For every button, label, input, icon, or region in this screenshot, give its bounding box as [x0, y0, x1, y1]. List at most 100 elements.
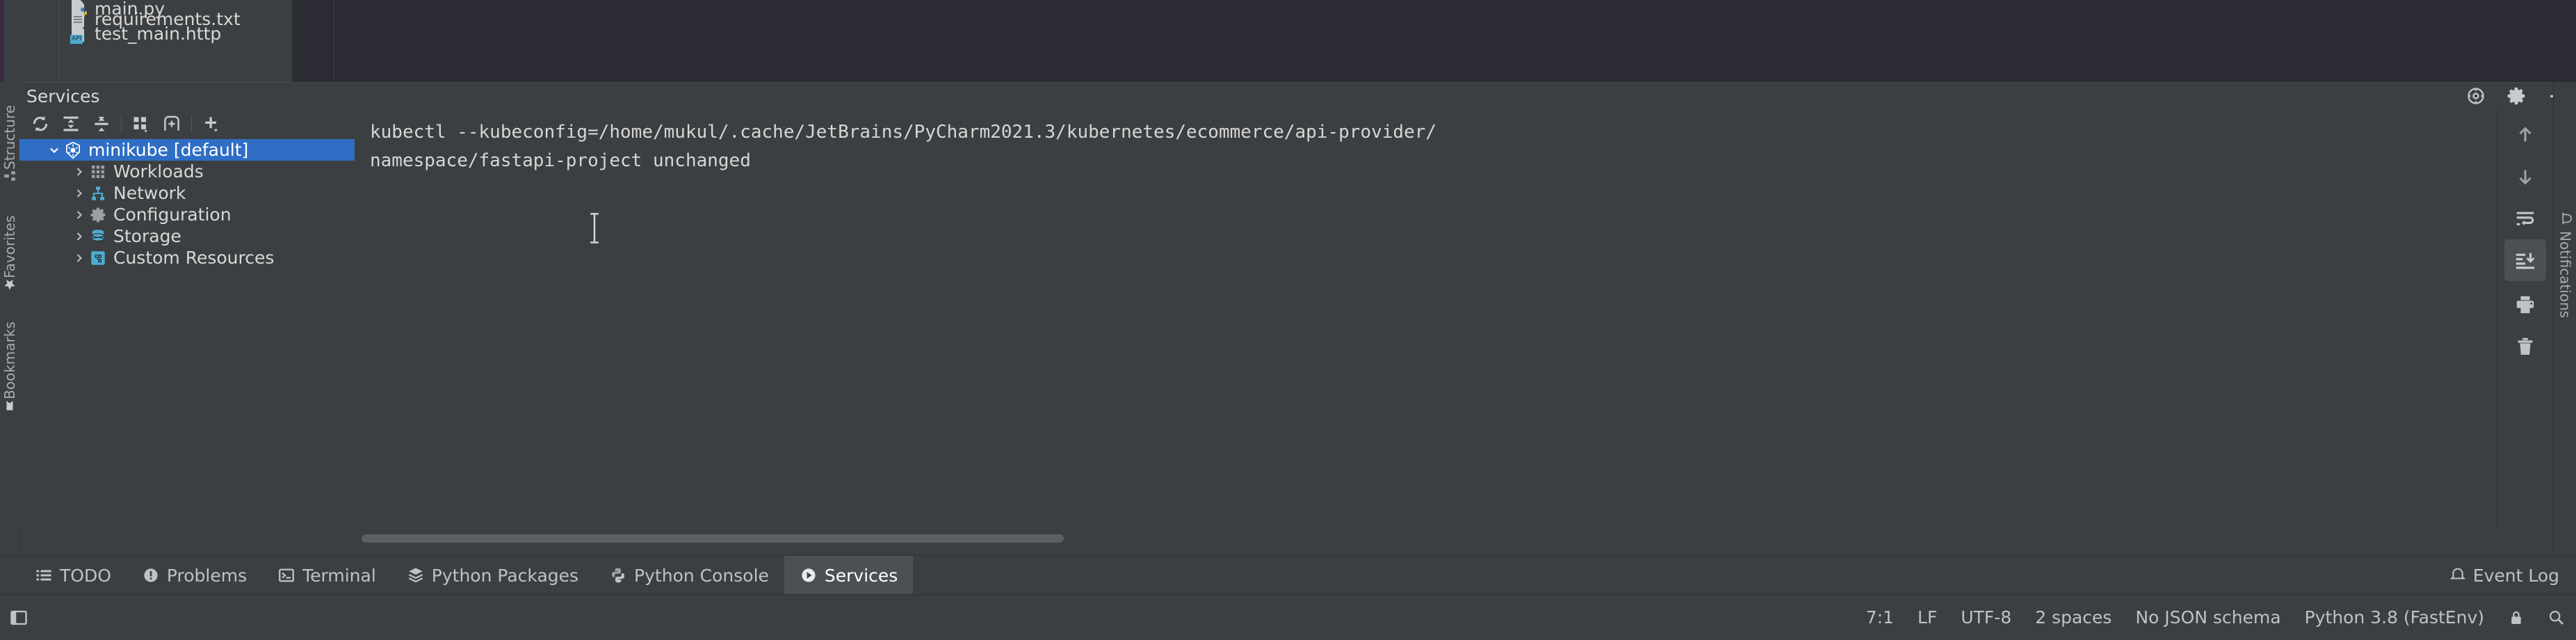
tab-label: Python Console — [634, 565, 769, 586]
kubernetes-icon — [64, 141, 82, 159]
bookmark-icon — [3, 399, 16, 412]
tree-node-custom-resources[interactable]: Custom Resources — [19, 247, 355, 269]
hide-tool-windows-icon[interactable] — [10, 609, 28, 627]
chevron-right-icon[interactable] — [70, 225, 89, 247]
services-tool-window: Structure Favorites Bookmarks Services m… — [0, 82, 2576, 555]
status-encoding[interactable]: UTF-8 — [1961, 607, 2011, 627]
project-file-test-main-http[interactable]: API test_main.http — [70, 19, 221, 47]
hide-options-icon[interactable] — [2466, 86, 2486, 106]
console-line-2: namespace/fastapi-project unchanged — [370, 150, 751, 171]
project-tree-pane[interactable]: main.py requirements.txt API test_main.h… — [19, 0, 309, 82]
right-tool-stripe: Notifications — [2553, 82, 2576, 555]
tab-label: TODO — [60, 565, 111, 586]
status-json-schema[interactable]: No JSON schema — [2135, 607, 2281, 627]
expand-all-icon — [61, 114, 81, 134]
tree-node-configuration[interactable]: Configuration — [19, 204, 355, 225]
print-button[interactable] — [2504, 284, 2546, 326]
trash-icon — [2515, 336, 2536, 357]
tab-python-console[interactable]: Python Console — [594, 556, 784, 595]
group-by-button[interactable] — [126, 111, 156, 137]
tree-node-label: Custom Resources — [113, 248, 275, 268]
tab-label: Services — [824, 565, 898, 586]
previous-occurrence-button[interactable] — [2504, 114, 2546, 156]
scroll-to-end-button[interactable] — [2504, 239, 2546, 281]
services-tree[interactable]: minikube [default] Workloads Network Con… — [19, 139, 355, 529]
event-log-button[interactable]: Event Log — [2449, 556, 2559, 595]
lock-icon[interactable] — [2508, 609, 2525, 626]
sidebar-item-favorites[interactable]: Favorites — [0, 192, 19, 296]
tree-node-minikube[interactable]: minikube [default] — [19, 139, 355, 161]
tab-problems[interactable]: Problems — [127, 556, 262, 595]
top-editor-region: main.py requirements.txt API test_main.h… — [0, 0, 2576, 82]
tree-node-workloads[interactable]: Workloads — [19, 161, 355, 182]
todo-icon — [35, 566, 53, 584]
clear-all-button[interactable] — [2504, 326, 2546, 367]
expand-all-button[interactable] — [56, 111, 86, 137]
group-by-icon — [131, 114, 151, 134]
tab-todo[interactable]: TODO — [19, 556, 127, 595]
sidebar-label-bookmarks: Bookmarks — [1, 321, 18, 399]
event-log-label: Event Log — [2472, 565, 2559, 586]
chevron-down-icon[interactable] — [44, 139, 64, 161]
add-service-button[interactable] — [196, 111, 227, 137]
console-hscrollbar[interactable] — [362, 534, 1064, 543]
kubectl-console[interactable]: kubectl --kubeconfig=/home/mukul/.cache/… — [359, 109, 2496, 529]
chevron-right-icon[interactable] — [70, 182, 89, 204]
chevron-right-icon[interactable] — [70, 247, 89, 269]
notifications-label: Notifications — [2557, 231, 2574, 319]
chevron-right-icon[interactable] — [70, 204, 89, 225]
tree-node-label: Workloads — [113, 161, 204, 182]
status-indent[interactable]: 2 spaces — [2035, 607, 2112, 627]
soft-wrap-icon — [2515, 208, 2536, 229]
page-title: Services — [26, 86, 100, 106]
scroll-to-end-icon — [2515, 250, 2536, 271]
sidebar-item-notifications[interactable]: Notifications — [2554, 211, 2576, 318]
tab-label: Terminal — [302, 565, 376, 586]
tree-node-label: Configuration — [113, 205, 232, 225]
toolbar-separator — [121, 115, 122, 133]
editor-content[interactable] — [334, 0, 2576, 82]
collapse-all-button[interactable] — [86, 111, 117, 137]
toolbar-separator-2 — [191, 115, 192, 133]
print-icon — [2515, 294, 2536, 315]
sidebar-item-bookmarks[interactable]: Bookmarks — [0, 301, 19, 417]
tab-python-packages[interactable]: Python Packages — [391, 556, 594, 595]
custom-resources-icon — [89, 249, 107, 267]
soft-wrap-button[interactable] — [2504, 198, 2546, 239]
tab-terminal[interactable]: Terminal — [262, 556, 391, 595]
collapse-all-icon — [92, 114, 111, 134]
editor-pane[interactable] — [292, 0, 2576, 82]
left-tool-stripe: Structure Favorites Bookmarks — [0, 82, 20, 555]
tab-services[interactable]: Services — [784, 556, 914, 595]
open-in-new-tab-button[interactable] — [156, 111, 187, 137]
refresh-button[interactable] — [25, 111, 56, 137]
services-icon — [800, 566, 818, 584]
status-right-group: 7:1 LF UTF-8 2 spaces No JSON schema Pyt… — [1866, 595, 2565, 640]
notifications-bell-icon — [2559, 211, 2573, 225]
sidebar-item-structure[interactable]: Structure — [0, 82, 19, 188]
status-line-separator[interactable]: LF — [1918, 607, 1937, 627]
storage-icon — [89, 227, 107, 246]
chevron-right-icon[interactable] — [70, 161, 89, 182]
workloads-icon — [89, 163, 107, 181]
structure-icon — [3, 170, 16, 182]
add-tab-icon — [162, 114, 181, 134]
left-tool-stripe-top — [0, 0, 19, 82]
status-caret-position[interactable]: 7:1 — [1866, 607, 1894, 627]
tree-node-label: Storage — [113, 226, 181, 246]
status-interpreter[interactable]: Python 3.8 (FastEnv) — [2305, 607, 2484, 627]
inspection-icon[interactable] — [2548, 609, 2565, 626]
services-toolbar — [19, 109, 355, 139]
event-log-icon — [2449, 567, 2466, 584]
api-badge-label: API — [70, 35, 83, 44]
console-toolbar-rail — [2496, 109, 2554, 529]
tree-node-network[interactable]: Network — [19, 182, 355, 204]
settings-gear-icon[interactable] — [2506, 86, 2526, 106]
tab-label: Python Packages — [431, 565, 579, 586]
text-cursor-icon — [588, 213, 599, 243]
next-occurrence-button[interactable] — [2504, 156, 2546, 198]
tree-node-label: Network — [113, 183, 186, 203]
tree-node-storage[interactable]: Storage — [19, 225, 355, 247]
tree-divider — [58, 0, 59, 82]
services-header: Services — [19, 82, 2576, 110]
